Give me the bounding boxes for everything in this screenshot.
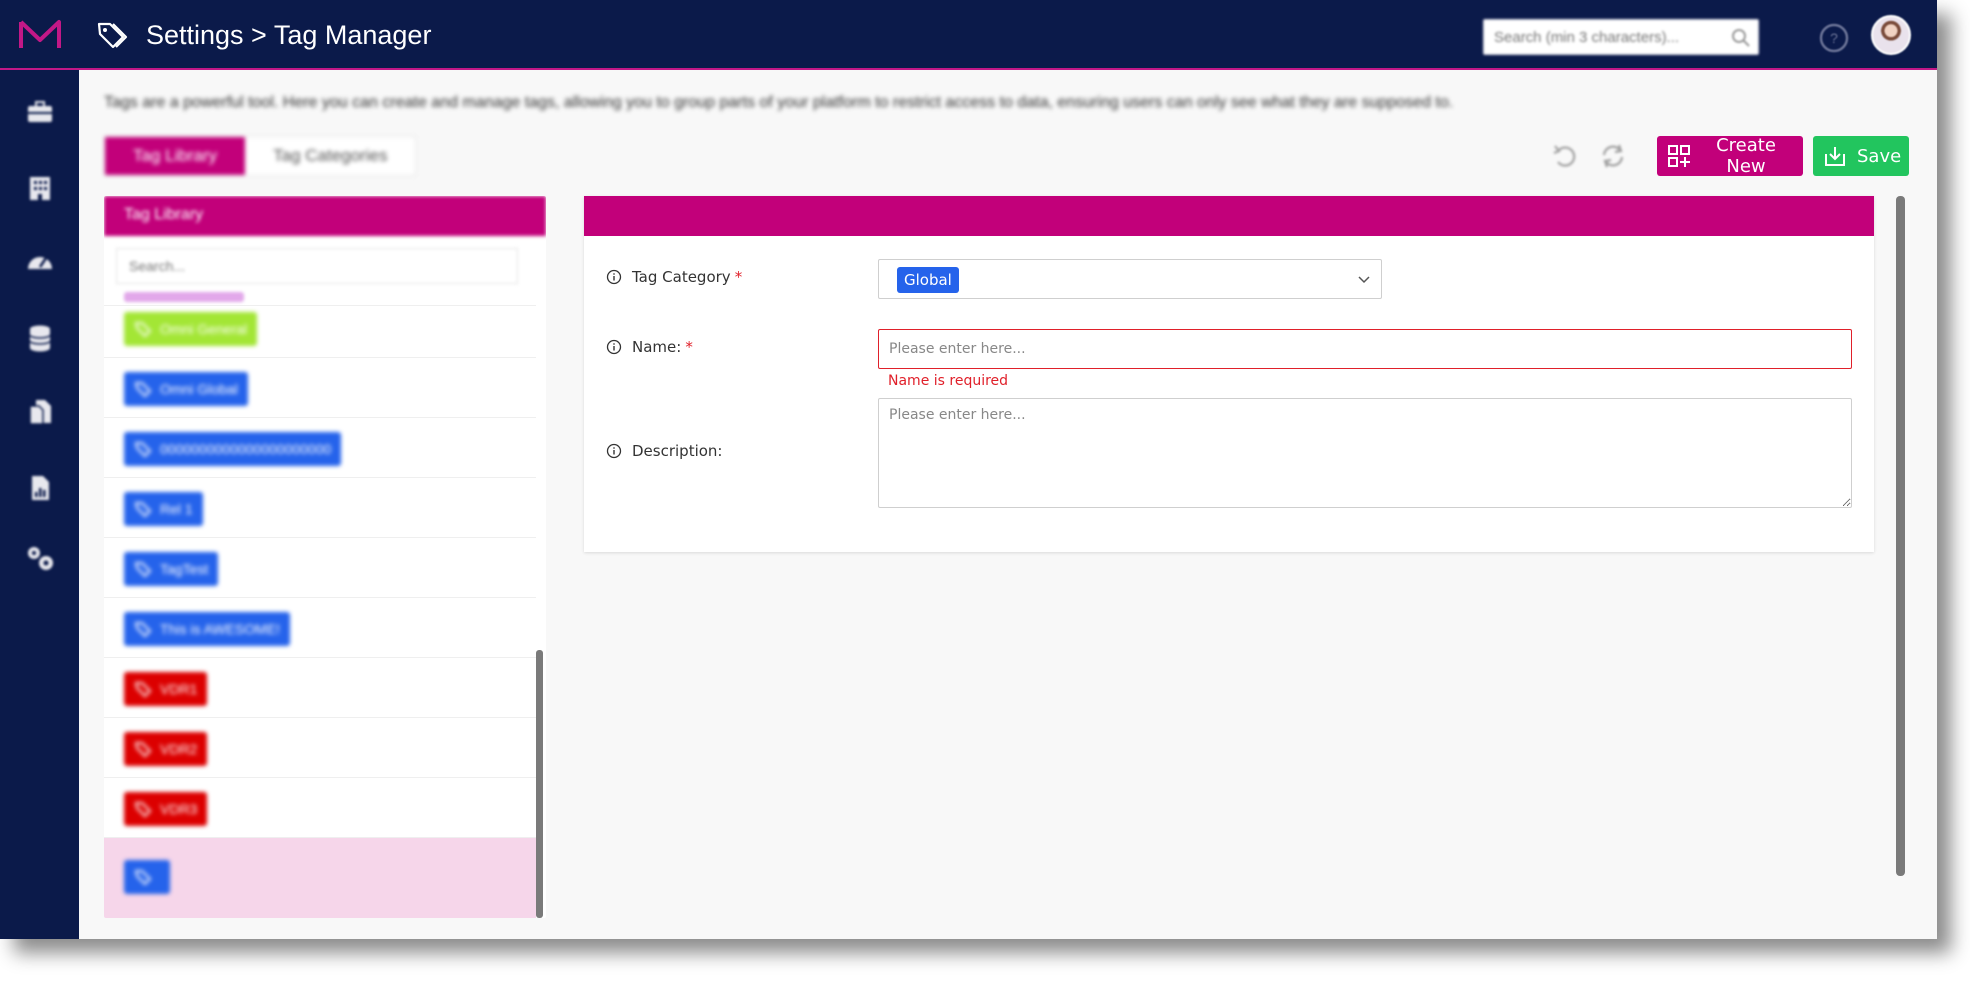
create-new-button[interactable]: Create New: [1657, 135, 1803, 177]
info-icon: [606, 339, 622, 355]
tag-icon: [134, 802, 152, 818]
help-icon[interactable]: ?: [1818, 22, 1850, 54]
settings-gears-icon: [28, 547, 53, 570]
tag-icon: [134, 562, 152, 578]
tag-icon: [134, 622, 152, 638]
list-item[interactable]: 0000000000000000000000: [104, 418, 536, 478]
tag-category-select[interactable]: Global: [878, 259, 1382, 299]
tag-label: VDR2: [160, 741, 198, 757]
save-button[interactable]: Save: [1813, 136, 1909, 176]
sidebar-item-reports[interactable]: [20, 468, 60, 508]
sidebar-item-building[interactable]: [20, 168, 60, 208]
tag-label: VDR1: [160, 681, 198, 697]
global-search-input[interactable]: [1483, 19, 1759, 55]
page-title: Settings > Tag Manager: [146, 20, 432, 50]
required-mark: *: [685, 338, 693, 356]
library-scrollbar[interactable]: [536, 650, 543, 918]
create-grid-icon: [1668, 145, 1690, 167]
tag-label: Omni Global: [160, 381, 238, 397]
tag-icon: [97, 22, 128, 49]
description-label: Description:: [632, 442, 723, 460]
list-item[interactable]: VDR3: [104, 778, 536, 838]
sidebar-item-database[interactable]: [20, 318, 60, 358]
info-icon: [606, 443, 622, 459]
name-error-message: Name is required: [888, 373, 1009, 389]
svg-text:?: ?: [1830, 30, 1838, 46]
tag-icon: [134, 442, 152, 458]
briefcase-icon: [28, 101, 52, 122]
list-item[interactable]: This is AWESOME!: [104, 598, 536, 658]
form-header: [584, 196, 1874, 236]
tag-form-panel: Tag Category * Global Name: * Name is re…: [584, 196, 1874, 552]
database-icon: [29, 325, 51, 352]
sidebar-item-settings[interactable]: [20, 538, 60, 578]
name-input[interactable]: [878, 329, 1852, 369]
app-window: Settings > Tag Manager ?: [0, 0, 1937, 939]
create-new-label: Create New: [1716, 135, 1776, 177]
tag-chip: Omni Global: [124, 372, 248, 406]
list-item[interactable]: TagTest: [104, 538, 536, 598]
save-label: Save: [1857, 145, 1902, 167]
name-row: Name: *: [606, 338, 693, 356]
description-row: Description:: [606, 442, 722, 460]
sidebar-item-documents[interactable]: [20, 392, 60, 432]
sidebar-item-briefcase[interactable]: [20, 92, 60, 132]
tag-chip: This is AWESOME!: [124, 612, 291, 646]
tag-chip: 0000000000000000000000: [124, 432, 342, 466]
tag-chip: Rel 1: [124, 492, 203, 526]
tag-icon: [134, 382, 152, 398]
name-label: Name:: [632, 338, 682, 356]
chevron-down-icon: [1358, 276, 1370, 284]
sidebar: [0, 70, 79, 939]
tag-chip: VDR3: [124, 792, 208, 826]
tag-label: Omni General: [160, 321, 248, 337]
tag-label: TagTest: [160, 561, 209, 577]
tag-label: VDR3: [160, 801, 198, 817]
tag-chip: VDR2: [124, 732, 208, 766]
tag-label: 0000000000000000000000: [160, 441, 332, 457]
tag-chip: [124, 860, 170, 894]
category-chip: Global: [897, 267, 959, 293]
undo-icon[interactable]: [1550, 141, 1580, 171]
list-item[interactable]: Rel 1: [104, 478, 536, 538]
list-item[interactable]: VDR1: [104, 658, 536, 718]
sidebar-item-dashboard[interactable]: [20, 242, 60, 282]
tag-library-header: Tag Library: [104, 196, 546, 236]
tag-chip: Omni General: [124, 312, 258, 346]
brand-logo[interactable]: [18, 18, 62, 52]
tab-tag-library[interactable]: Tag Library: [105, 137, 246, 175]
dashboard-gauge-icon: [28, 257, 52, 269]
building-icon: [30, 177, 50, 200]
description-textarea[interactable]: [878, 398, 1852, 508]
page-scrollbar[interactable]: [1896, 196, 1905, 876]
tag-category-label: Tag Category: [632, 268, 731, 286]
tag-icon: [134, 742, 152, 758]
tag-icon: [134, 322, 152, 338]
intro-text: Tags are a powerful tool. Here you can c…: [104, 94, 1454, 111]
search-icon[interactable]: [1730, 27, 1752, 49]
tag-icon: [134, 682, 152, 698]
tag-icon: [134, 502, 152, 518]
info-icon: [606, 269, 622, 285]
tag-chip: TagTest: [124, 552, 219, 586]
top-bar: Settings > Tag Manager ?: [0, 0, 1937, 70]
list-item[interactable]: Omni General: [104, 298, 536, 358]
list-item[interactable]: VDR2: [104, 718, 536, 778]
download-save-icon: [1825, 147, 1845, 166]
tag-library-panel: Tag Library Omni General Omni Global 000…: [104, 196, 546, 918]
refresh-icon[interactable]: [1598, 141, 1628, 171]
list-item-selected[interactable]: [104, 838, 536, 918]
tab-tag-categories[interactable]: Tag Categories: [245, 137, 415, 175]
tag-category-row: Tag Category *: [606, 268, 742, 286]
tag-label: Rel 1: [160, 501, 193, 517]
tag-label: This is AWESOME!: [160, 621, 281, 637]
tag-icon: [134, 870, 152, 886]
documents-icon: [29, 400, 51, 425]
tag-chip: VDR1: [124, 672, 208, 706]
report-icon: [32, 476, 49, 500]
list-item[interactable]: Omni Global: [104, 358, 536, 418]
required-mark: *: [734, 268, 743, 286]
tab-bar: Tag Library Tag Categories: [104, 136, 417, 176]
user-avatar[interactable]: [1871, 15, 1911, 55]
